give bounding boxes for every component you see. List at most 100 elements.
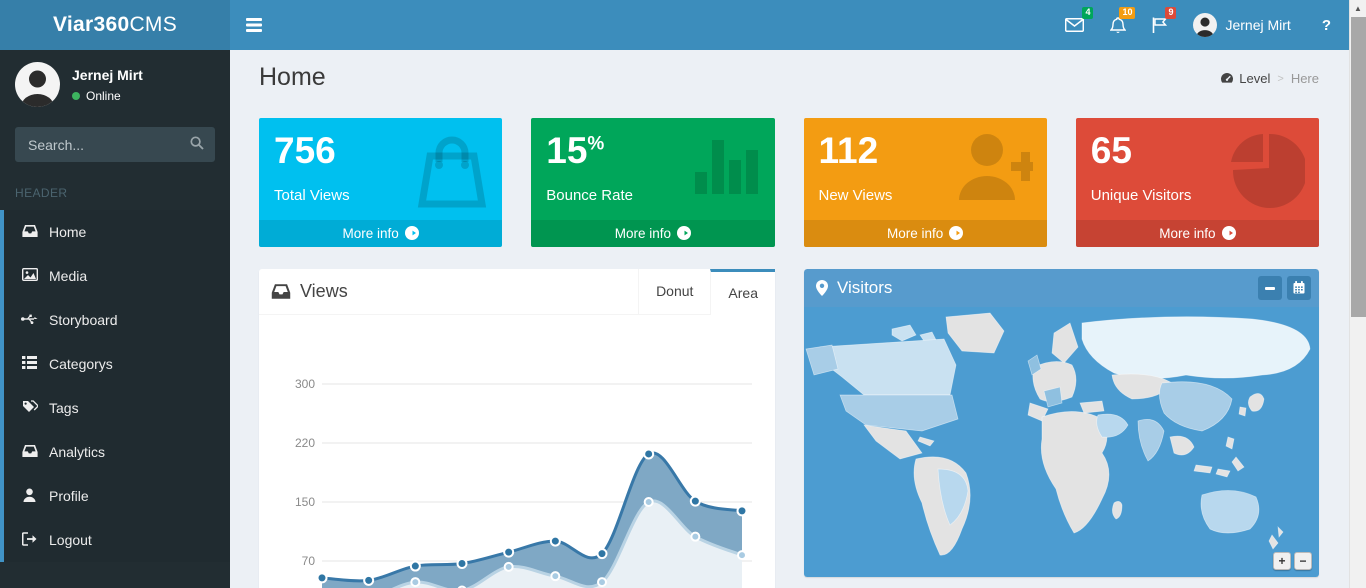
map-japan — [1248, 392, 1265, 412]
online-status-dot — [72, 91, 80, 100]
scrollbar-thumb[interactable] — [1351, 17, 1366, 317]
world-map[interactable]: + − — [804, 306, 1319, 577]
more-info-link[interactable]: More info — [531, 219, 775, 247]
map-australia — [1200, 489, 1260, 533]
sidebar-item-categorys[interactable]: Categorys — [4, 342, 230, 386]
sidebar-section-label: HEADER — [15, 186, 68, 200]
online-status-label: Online — [86, 88, 121, 103]
sidebar-item-label: Analytics — [49, 444, 106, 460]
sign-out-icon — [21, 531, 38, 549]
map-caribbean — [917, 436, 935, 446]
search-icon — [190, 136, 204, 150]
area-chart: 070150220300 — [259, 315, 775, 588]
more-info-link[interactable]: More info — [803, 219, 1047, 247]
brand-bold: Viar360 — [52, 13, 130, 36]
map-pin-icon — [816, 279, 828, 296]
calendar-button[interactable] — [1287, 275, 1311, 300]
main-content: Home Level > Here 756 Total Views More i… — [230, 50, 1349, 588]
minus-icon — [1265, 286, 1275, 290]
stat-box-total-views: 756 Total Views More info — [259, 118, 503, 247]
stat-box-unique-visitors: 65 Unique Visitors More info — [1075, 118, 1319, 247]
sidebar-item-label: Media — [49, 268, 88, 284]
vertical-scrollbar: ▲ — [1349, 0, 1366, 588]
tags-icon — [21, 399, 39, 417]
arrow-circle-icon — [677, 226, 692, 241]
arrow-circle-icon — [404, 226, 419, 241]
list-icon — [21, 356, 38, 372]
user-menu[interactable]: Jernej Mirt — [1180, 0, 1303, 50]
usb-icon — [21, 312, 38, 328]
collapse-box-button[interactable] — [1258, 275, 1282, 300]
flags-badge: 9 — [1165, 7, 1177, 19]
map-scandinavia — [1051, 322, 1079, 364]
more-info-link[interactable]: More info — [259, 219, 503, 247]
top-bar: Viar360 CMS 4 10 9 Jernej Mirt ? — [0, 0, 1349, 50]
user-name: Jernej Mirt — [1225, 17, 1291, 33]
arrow-circle-icon — [1221, 226, 1236, 241]
pie-chart-icon — [1227, 132, 1307, 210]
envelope-icon — [1065, 17, 1085, 33]
sidebar-item-label: Home — [49, 224, 87, 240]
sidebar-item-profile[interactable]: Profile — [4, 474, 230, 518]
search-button[interactable] — [181, 129, 213, 160]
visitors-box: Visitors + − — [804, 268, 1319, 577]
navbar: 4 10 9 Jernej Mirt ? — [230, 0, 1349, 50]
sidebar: Jernej Mirt Online HEADER Home Media — [0, 50, 230, 588]
stat-box-new-views: 112 New Views More info — [803, 118, 1047, 247]
map-france-germany — [1043, 386, 1063, 407]
sidebar-item-home[interactable]: Home — [4, 210, 230, 254]
sidebar-item-label: Logout — [49, 532, 92, 548]
sidebar-item-logout[interactable]: Logout — [4, 518, 230, 562]
sidebar-menu: Home Media Storyboard Categorys Tags Ana… — [0, 210, 230, 562]
map-india — [1137, 418, 1165, 462]
bar-chart-icon — [693, 132, 761, 194]
views-box-title: Views — [259, 269, 348, 314]
breadcrumb-root-label: Level — [1239, 71, 1271, 86]
map-zoom-in-button[interactable]: + — [1273, 551, 1291, 570]
user-icon — [21, 488, 38, 505]
bell-icon — [1109, 16, 1128, 34]
page-title: Home — [259, 63, 326, 91]
map-canada — [819, 338, 957, 395]
avatar — [1193, 13, 1218, 37]
svg-text:220: 220 — [295, 436, 315, 450]
map-usa — [839, 394, 959, 431]
sidebar-item-analytics[interactable]: Analytics — [4, 430, 230, 474]
sidebar-user-name: Jernej Mirt — [72, 66, 143, 83]
sidebar-item-media[interactable]: Media — [4, 254, 230, 298]
brand-light: CMS — [129, 13, 178, 36]
sidebar-item-label: Profile — [49, 488, 89, 504]
notifications-badge: 10 — [1119, 7, 1136, 19]
sidebar-user-panel: Jernej Mirt Online — [0, 50, 230, 121]
help-button[interactable]: ? — [1304, 0, 1349, 50]
scrollbar-up-button[interactable]: ▲ — [1350, 0, 1366, 17]
messages-badge: 4 — [1082, 7, 1094, 19]
sidebar-item-label: Storyboard — [49, 312, 118, 328]
brand-logo[interactable]: Viar360 CMS — [0, 0, 230, 50]
map-middle-east — [1096, 413, 1129, 438]
avatar — [15, 62, 60, 107]
tab-donut[interactable]: Donut — [638, 268, 711, 314]
world-map-svg — [805, 312, 1311, 555]
image-icon — [21, 267, 38, 284]
inbox-icon — [21, 444, 38, 461]
breadcrumb-level-link[interactable]: Level — [1220, 71, 1270, 86]
more-info-link[interactable]: More info — [1075, 219, 1319, 247]
calendar-icon — [1293, 281, 1305, 294]
user-status-link[interactable]: Online — [72, 89, 143, 103]
tab-area[interactable]: Area — [710, 268, 775, 315]
svg-text:70: 70 — [302, 554, 316, 568]
map-turkey — [1079, 400, 1105, 413]
flags-menu[interactable]: 9 — [1139, 0, 1180, 50]
map-philippines — [1225, 436, 1235, 450]
sidebar-item-storyboard[interactable]: Storyboard — [4, 298, 230, 342]
map-indonesia — [1193, 455, 1245, 477]
map-zoom-out-button[interactable]: − — [1294, 551, 1312, 570]
map-korea — [1238, 406, 1247, 417]
sidebar-item-tags[interactable]: Tags — [4, 386, 230, 430]
sidebar-toggle-button[interactable] — [230, 0, 278, 50]
map-madagascar — [1112, 500, 1123, 519]
sidebar-item-label: Tags — [49, 400, 79, 416]
messages-menu[interactable]: 4 — [1052, 0, 1097, 50]
notifications-menu[interactable]: 10 — [1097, 0, 1139, 50]
